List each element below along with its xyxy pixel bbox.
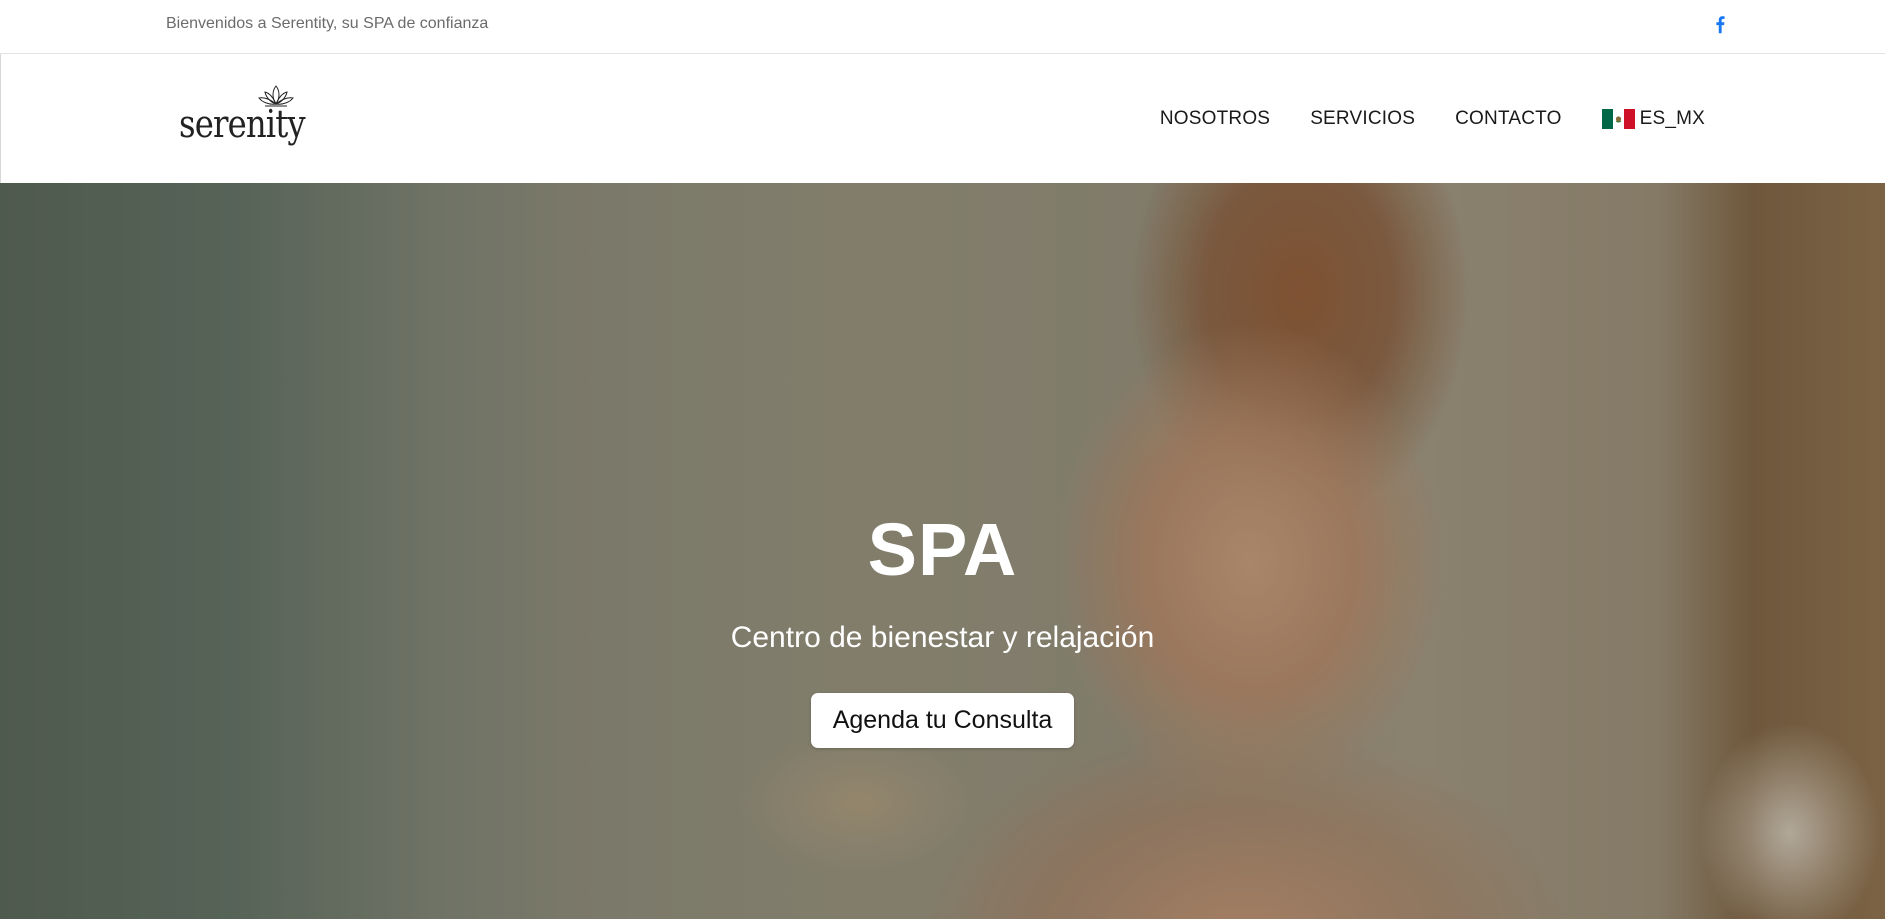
book-consultation-button[interactable]: Agenda tu Consulta [810,693,1075,748]
nav-link-servicios[interactable]: SERVICIOS [1310,108,1415,130]
nav-link-nosotros[interactable]: NOSOTROS [1160,108,1270,130]
welcome-text: Bienvenidos a Serentity, su SPA de confi… [166,15,489,32]
hero-subtitle: Centro de bienestar y relajación [730,621,1155,654]
hero-title: SPA [867,508,1018,591]
hero-content: SPA Centro de bienestar y relajación Age… [0,513,1885,748]
top-bar: Bienvenidos a Serentity, su SPA de confi… [0,0,1885,54]
language-label: ES_MX [1639,108,1705,129]
language-selector[interactable]: ES_MX [1601,108,1705,130]
logo-wordmark: serenity [179,102,306,146]
main-navigation: serenity NOSOTROS SERVICIOS CONTACTO ES_… [0,54,1885,183]
mexico-flag-icon [1601,109,1635,129]
nav-link-contacto[interactable]: CONTACTO [1455,108,1561,130]
nav-links: NOSOTROS SERVICIOS CONTACTO ES_MX [1160,108,1705,130]
hero-banner: SPA Centro de bienestar y relajación Age… [0,183,1885,919]
serenity-logo[interactable]: serenity [173,84,321,154]
facebook-icon[interactable] [1710,13,1726,37]
